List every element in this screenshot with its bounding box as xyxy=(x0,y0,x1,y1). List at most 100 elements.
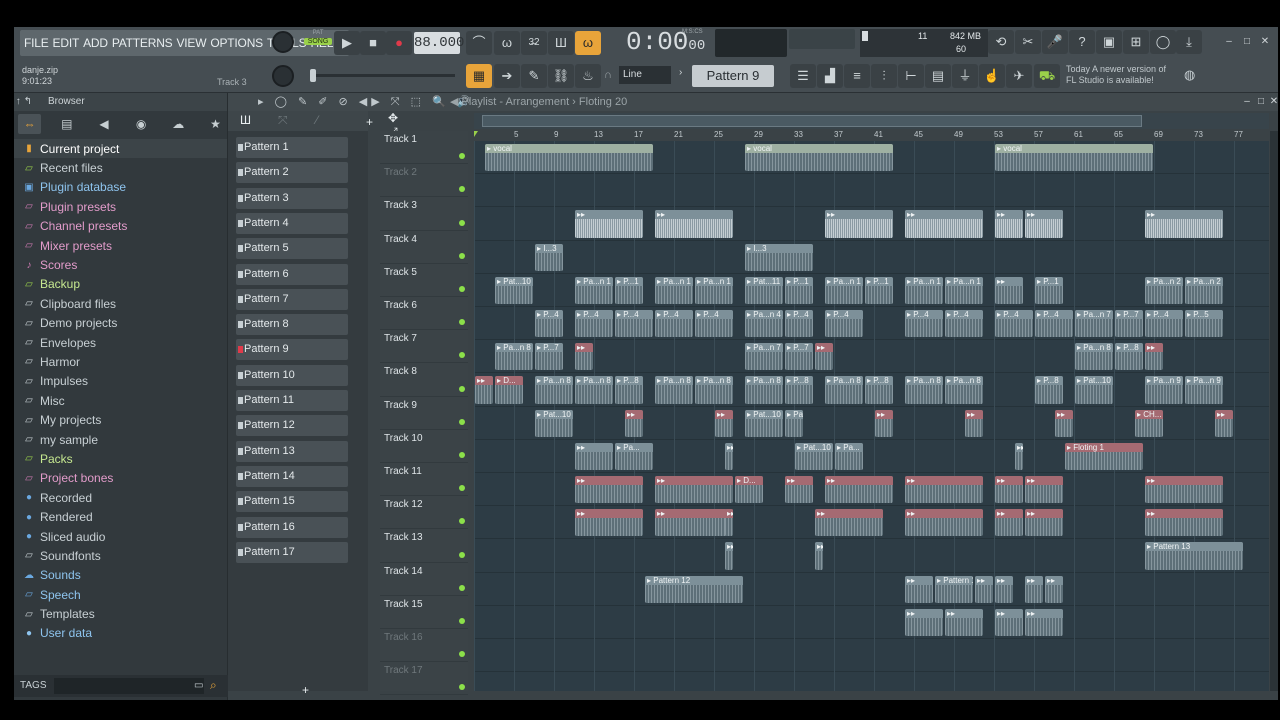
browser-tree-icon[interactable]: ⊢ xyxy=(898,64,924,88)
browser-nav-icons[interactable]: ▸ ↑ ↰ xyxy=(14,93,38,111)
pattern-clip[interactable]: ▸ Pat...10 xyxy=(495,276,533,304)
pattern-clip[interactable]: ▸ Pa... xyxy=(785,409,803,437)
pattern-clip[interactable]: ▸ Pa...n 7 xyxy=(1075,310,1113,338)
pattern-clip[interactable]: ▸▸ xyxy=(965,409,983,437)
overview-scroll-handle[interactable] xyxy=(482,115,1142,127)
pattern-clip[interactable]: ▸ Pattern 12 xyxy=(645,575,743,603)
pattern-clip[interactable]: ▸▸ xyxy=(1145,343,1163,371)
touch-controller-icon[interactable]: ☝ xyxy=(979,64,1005,88)
playlist-snap-icon[interactable]: ▦ xyxy=(466,64,492,88)
online-tab-icon[interactable]: ◉ xyxy=(130,114,153,134)
audio-clip[interactable]: ▸ vocal xyxy=(485,144,653,172)
browser-item[interactable]: ▱ Clipboard files xyxy=(14,294,227,313)
browser-item[interactable]: ▱ Mixer presets xyxy=(14,236,227,255)
arrangement-grid[interactable]: ▸ vocal ▸ vocal ▸ vocal ▸▸ ▸▸ ▸▸ ▸▸ ▸▸ ▸▸ ▸▸ ▸ I..… xyxy=(474,141,1269,691)
browser-item[interactable]: ▱ Impulses xyxy=(14,372,227,391)
help-icon[interactable]: ? xyxy=(1069,30,1095,54)
track-mute-led[interactable] xyxy=(459,684,465,691)
pattern-clip[interactable]: ▸ Pa...n 7 xyxy=(745,343,783,371)
browser-item[interactable]: ▱ Soundfonts xyxy=(14,546,227,565)
pattern-clip[interactable]: ▸ Pa...n 2 xyxy=(1185,276,1223,304)
track-mute-led[interactable] xyxy=(459,485,465,492)
pattern-clip[interactable]: ▸▸ xyxy=(655,509,733,537)
pattern-clip[interactable]: ▸ Pa...n 8 xyxy=(575,376,613,404)
snap-selector[interactable]: Line xyxy=(619,66,671,84)
track-mute-led[interactable] xyxy=(459,418,465,425)
audio-clip[interactable]: ▸ vocal xyxy=(745,144,893,172)
menu-edit[interactable]: EDIT xyxy=(53,36,80,50)
stamp-icon[interactable]: ♨ xyxy=(575,64,601,88)
track-header[interactable]: Track 14 xyxy=(380,563,468,596)
pattern-clip[interactable]: ▸▸ xyxy=(995,210,1023,238)
piano-roll-icon[interactable]: ▟ xyxy=(817,64,843,88)
browser-item[interactable]: ▱ Recent files xyxy=(14,158,227,177)
pattern-clip[interactable]: ▸ Pa...n 1 xyxy=(695,276,733,304)
pattern-clip[interactable]: ▸ I...3 xyxy=(745,243,813,271)
track-header[interactable]: Track 13 xyxy=(380,529,468,563)
minimize-icon[interactable]: – xyxy=(1222,35,1236,49)
browser-item[interactable]: ▱ Project bones xyxy=(14,469,227,488)
tempo-display[interactable]: 88.000 xyxy=(414,32,464,54)
pattern-clip[interactable]: ▸▸ xyxy=(975,575,993,603)
pattern-clip[interactable]: ▸ Pa...n 8 xyxy=(535,376,573,404)
track-mute-led[interactable] xyxy=(459,319,465,326)
channel-rack-icon[interactable]: ≡ xyxy=(844,64,870,88)
browser-item[interactable]: ● User data xyxy=(14,624,227,643)
track-mute-led[interactable] xyxy=(459,153,465,160)
pattern-clip[interactable]: ▸ Pa...n 8 xyxy=(825,376,863,404)
pattern-clip[interactable]: ▸ Pa...n 1 xyxy=(575,276,613,304)
pattern-clip[interactable]: ▸ P...7 xyxy=(535,343,563,371)
menu-add[interactable]: ADD xyxy=(83,36,108,50)
cut-icon[interactable]: ✂ xyxy=(1015,30,1041,54)
all-tab-icon[interactable]: ⇔ xyxy=(18,114,42,134)
pattern-item[interactable]: Pattern 4 xyxy=(236,212,348,234)
browser-item[interactable]: ▱ My projects xyxy=(14,410,227,429)
pencil-tool-icon[interactable]: ✎ xyxy=(521,64,547,88)
pattern-clip[interactable]: ▸▸ xyxy=(475,376,493,404)
chat-icon[interactable]: ◯ xyxy=(1150,30,1176,54)
pattern-item[interactable]: Pattern 3 xyxy=(236,187,348,209)
track-header[interactable]: Track 17 xyxy=(380,662,468,696)
pattern-clip[interactable]: ▸ Pa... xyxy=(615,442,653,470)
master-pitch-knob[interactable] xyxy=(272,65,294,87)
pattern-clip[interactable]: ▸▸ xyxy=(825,476,893,504)
browser-item[interactable]: ☁ Sounds xyxy=(14,566,227,585)
pattern-clip[interactable]: ▸ P...8 xyxy=(615,376,643,404)
pattern-clip[interactable]: ▸ Pattern 17 xyxy=(935,575,973,603)
maximize-icon[interactable]: □ xyxy=(1240,35,1254,49)
playlist-close-icon[interactable]: ✕ xyxy=(1267,95,1278,109)
pattern-prev-icon[interactable]: › xyxy=(679,67,682,78)
link-icon[interactable]: ⛓ xyxy=(548,64,574,88)
pattern-clip[interactable]: ▸ P...4 xyxy=(785,310,813,338)
track-header[interactable]: Track 12 xyxy=(380,496,468,530)
browser-item[interactable]: ▱ Channel presets xyxy=(14,217,227,236)
track-header[interactable]: Track 8 xyxy=(380,363,468,397)
pattern-clip[interactable]: ▸ P...4 xyxy=(655,310,693,338)
menu-view[interactable]: VIEW xyxy=(176,36,206,50)
browser-item[interactable]: ▱ Misc xyxy=(14,391,227,410)
pattern-clip[interactable]: ▸ P...4 xyxy=(995,310,1033,338)
pattern-clip[interactable]: ▸▸ xyxy=(1145,210,1223,238)
browser-item[interactable]: ▱ my sample xyxy=(14,430,227,449)
pattern-clip[interactable]: ▸ P...7 xyxy=(785,343,813,371)
pattern-clip[interactable]: ▸ Pa...n 2 xyxy=(1145,276,1183,304)
pattern-clip[interactable]: ▸▸ xyxy=(575,343,593,371)
pattern-clip[interactable]: ▸ P...8 xyxy=(1035,376,1063,404)
tools-icon[interactable]: ✈ xyxy=(1006,64,1032,88)
arrow-tool-icon[interactable]: ➔ xyxy=(494,64,520,88)
browser-item[interactable]: ● Sliced audio xyxy=(14,527,227,546)
project-icon[interactable]: ▤ xyxy=(925,64,951,88)
track-mute-led[interactable] xyxy=(459,584,465,591)
pattern-clip[interactable]: ▸▸ xyxy=(815,542,823,570)
pattern-clip[interactable]: ▸ Pa...n 8 xyxy=(1075,343,1113,371)
loop-record-icon[interactable]: ω xyxy=(575,31,601,55)
playlist-maximize-icon[interactable]: □ xyxy=(1254,95,1268,109)
pattern-clip[interactable]: ▸ Pa...n 9 xyxy=(1145,376,1183,404)
browser-item[interactable]: ▱ Speech xyxy=(14,585,227,604)
pattern-clip[interactable]: ▸▸ xyxy=(995,276,1023,304)
track-header[interactable]: Track 7 xyxy=(380,330,468,364)
pattern-clip[interactable]: ▸ P...4 xyxy=(535,310,563,338)
playlist-overview[interactable] xyxy=(474,113,1269,129)
browser-item[interactable]: ▱ Demo projects xyxy=(14,314,227,333)
download-icon[interactable]: ⤓ xyxy=(1176,30,1202,54)
